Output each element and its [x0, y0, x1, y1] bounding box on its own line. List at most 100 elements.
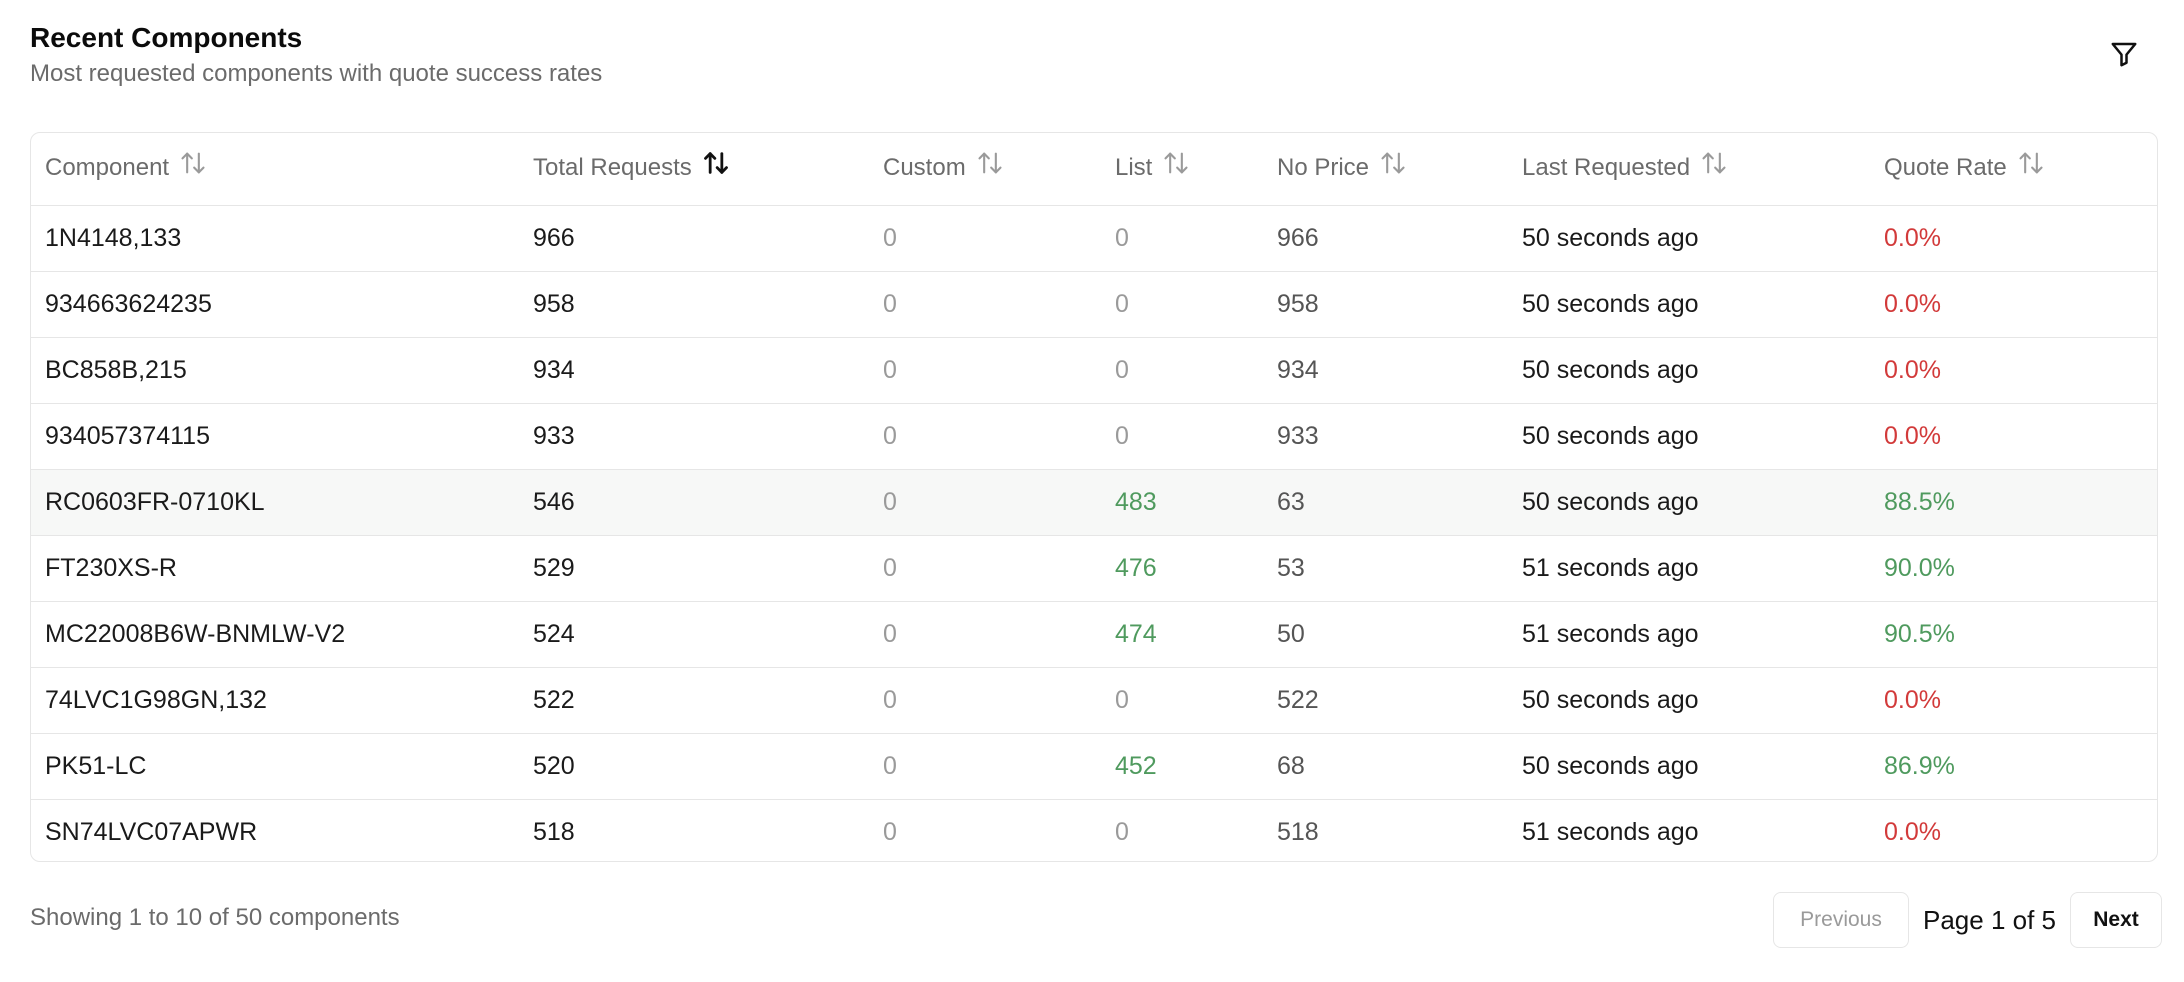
- filter-icon: [2111, 42, 2137, 67]
- table-row[interactable]: BC858B,215 934 0 0 934 50 seconds ago 0.0%: [31, 337, 2157, 403]
- cell-component: 934057374115: [45, 421, 210, 450]
- sort-arrows-icon[interactable]: [179, 149, 207, 184]
- cell-total: 522: [533, 685, 575, 714]
- cell-no-price: 50: [1277, 619, 1305, 648]
- cell-custom: 0: [883, 817, 897, 846]
- cell-list: 0: [1115, 817, 1129, 846]
- cell-total: 520: [533, 751, 575, 780]
- cell-no-price: 518: [1277, 817, 1319, 846]
- column-header-label: List: [1115, 154, 1153, 182]
- cell-custom: 0: [883, 685, 897, 714]
- cell-last: 51 seconds ago: [1522, 553, 1699, 582]
- cell-rate: 86.9%: [1884, 751, 1955, 780]
- cell-total: 546: [533, 487, 575, 516]
- cell-component: RC0603FR-0710KL: [45, 487, 265, 516]
- pagination: Previous Page 1 of 5 Next: [1773, 892, 2162, 948]
- column-header-label: Last Requested: [1522, 154, 1691, 182]
- column-header-label: Quote Rate: [1884, 154, 2007, 182]
- cell-last: 51 seconds ago: [1522, 619, 1699, 648]
- table-row[interactable]: 934057374115 933 0 0 933 50 seconds ago 0.0%: [31, 403, 2157, 469]
- table-row[interactable]: PK51-LC 520 0 452 68 50 seconds ago 86.9%: [31, 733, 2157, 799]
- cell-rate: 0.0%: [1884, 355, 1941, 384]
- column-header-label: Component: [45, 154, 170, 182]
- column-header-last-requested[interactable]: Last Requested: [1508, 133, 1870, 205]
- cell-total: 524: [533, 619, 575, 648]
- recent-components-panel: Recent Components Most requested compone…: [0, 0, 2184, 982]
- table-row[interactable]: 934663624235 958 0 0 958 50 seconds ago 0.0%: [31, 271, 2157, 337]
- cell-no-price: 958: [1277, 289, 1319, 318]
- components-table: Component Total Requests Custom List No Pric…: [30, 132, 2158, 862]
- cell-last: 50 seconds ago: [1522, 421, 1699, 450]
- cell-last: 50 seconds ago: [1522, 685, 1699, 714]
- cell-component: SN74LVC07APWR: [45, 817, 258, 846]
- cell-last: 50 seconds ago: [1522, 487, 1699, 516]
- cell-no-price: 63: [1277, 487, 1305, 516]
- panel-title: Recent Components: [30, 22, 303, 53]
- cell-no-price: 68: [1277, 751, 1305, 780]
- next-button[interactable]: Next: [2070, 892, 2162, 948]
- cell-last: 50 seconds ago: [1522, 223, 1699, 252]
- cell-total: 518: [533, 817, 575, 846]
- sort-arrows-icon[interactable]: [702, 149, 730, 184]
- cell-rate: 88.5%: [1884, 487, 1955, 516]
- cell-rate: 90.5%: [1884, 619, 1955, 648]
- cell-component: MC22008B6W-BNMLW-V2: [45, 619, 346, 648]
- cell-no-price: 522: [1277, 685, 1319, 714]
- sort-arrows-icon[interactable]: [2017, 149, 2045, 184]
- cell-component: BC858B,215: [45, 355, 187, 384]
- cell-list: 474: [1115, 619, 1157, 648]
- cell-no-price: 53: [1277, 553, 1305, 582]
- cell-list: 0: [1115, 355, 1129, 384]
- cell-custom: 0: [883, 751, 897, 780]
- cell-component: 74LVC1G98GN,132: [45, 685, 267, 714]
- cell-list: 483: [1115, 487, 1157, 516]
- cell-total: 529: [533, 553, 575, 582]
- column-header-label: Total Requests: [533, 154, 692, 182]
- table-row[interactable]: MC22008B6W-BNMLW-V2 524 0 474 50 51 seconds a…: [31, 601, 2157, 667]
- cell-rate: 0.0%: [1884, 289, 1941, 318]
- table-row[interactable]: RC0603FR-0710KL 546 0 483 63 50 seconds ago 88…: [31, 469, 2157, 535]
- cell-total: 966: [533, 223, 575, 252]
- cell-component: PK51-LC: [45, 751, 147, 780]
- column-header-no-price[interactable]: No Price: [1263, 133, 1508, 205]
- column-header-label: Custom: [883, 154, 966, 182]
- cell-no-price: 933: [1277, 421, 1319, 450]
- cell-custom: 0: [883, 487, 897, 516]
- cell-list: 0: [1115, 421, 1129, 450]
- cell-no-price: 934: [1277, 355, 1319, 384]
- cell-custom: 0: [883, 553, 897, 582]
- cell-rate: 0.0%: [1884, 817, 1941, 846]
- filter-button[interactable]: [2106, 36, 2142, 72]
- cell-custom: 0: [883, 421, 897, 450]
- table-row[interactable]: 74LVC1G98GN,132 522 0 0 522 50 seconds ago 0.0…: [31, 667, 2157, 733]
- table-row[interactable]: FT230XS-R 529 0 476 53 51 seconds ago 90.0%: [31, 535, 2157, 601]
- column-header-component[interactable]: Component: [31, 133, 519, 205]
- cell-custom: 0: [883, 289, 897, 318]
- sort-arrows-icon[interactable]: [976, 149, 1004, 184]
- cell-last: 51 seconds ago: [1522, 817, 1699, 846]
- column-header-label: No Price: [1277, 154, 1370, 182]
- table-row[interactable]: SN74LVC07APWR 518 0 0 518 51 seconds ago 0.0%: [31, 799, 2157, 861]
- cell-rate: 90.0%: [1884, 553, 1955, 582]
- column-header-total-requests[interactable]: Total Requests: [519, 133, 869, 205]
- previous-button[interactable]: Previous: [1773, 892, 1909, 948]
- sort-arrows-icon[interactable]: [1379, 149, 1407, 184]
- cell-custom: 0: [883, 223, 897, 252]
- column-header-custom[interactable]: Custom: [869, 133, 1101, 205]
- showing-count: Showing 1 to 10 of 50 components: [30, 904, 400, 931]
- cell-list: 0: [1115, 685, 1129, 714]
- sort-arrows-icon[interactable]: [1700, 149, 1728, 184]
- cell-list: 476: [1115, 553, 1157, 582]
- cell-total: 958: [533, 289, 575, 318]
- cell-list: 452: [1115, 751, 1157, 780]
- sort-arrows-icon[interactable]: [1162, 149, 1190, 184]
- table-row[interactable]: 1N4148,133 966 0 0 966 50 seconds ago 0.0%: [31, 205, 2157, 271]
- cell-list: 0: [1115, 289, 1129, 318]
- cell-custom: 0: [883, 355, 897, 384]
- column-header-quote-rate[interactable]: Quote Rate: [1870, 133, 2157, 205]
- cell-last: 50 seconds ago: [1522, 751, 1699, 780]
- cell-component: 934663624235: [45, 289, 212, 318]
- cell-component: FT230XS-R: [45, 553, 177, 582]
- column-header-list[interactable]: List: [1101, 133, 1263, 205]
- cell-rate: 0.0%: [1884, 223, 1941, 252]
